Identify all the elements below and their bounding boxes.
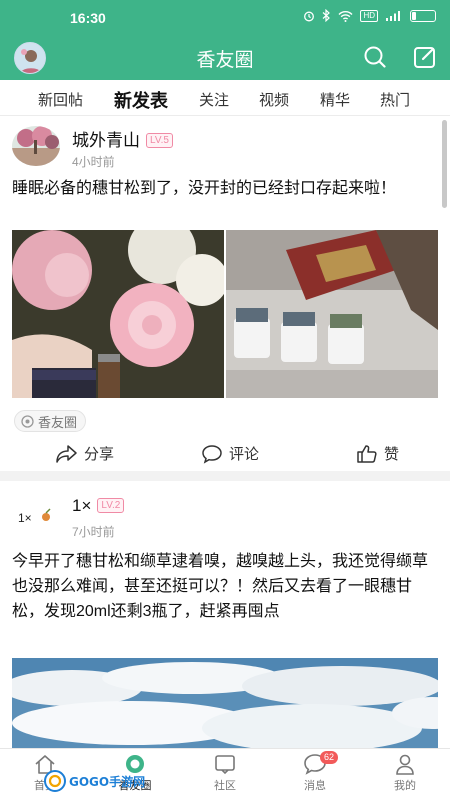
post-time: 4小时前 <box>72 155 115 169</box>
post-divider <box>0 471 450 481</box>
comment-icon <box>202 444 222 464</box>
post-photo[interactable] <box>226 230 438 398</box>
post-time: 7小时前 <box>72 525 115 539</box>
battery-icon: 19 <box>410 9 436 22</box>
post-feed[interactable]: 城外青山 LV.5 4小时前 睡眠必备的穗甘松到了，没开封的已经封口存起来啦！ <box>0 116 450 748</box>
community-icon <box>215 755 235 775</box>
signal-icon <box>386 10 400 21</box>
nav-community[interactable]: 社区 <box>195 753 255 793</box>
post-text[interactable]: 睡眠必备的穗甘松到了，没开封的已经封口存起来啦！ <box>12 176 440 201</box>
tab-new-replies[interactable]: 新回帖 <box>38 89 83 110</box>
post-author[interactable]: 1× LV.2 <box>72 496 125 516</box>
post-actions: 分享 评论 赞 <box>0 438 450 472</box>
nav-profile-label: 我的 <box>394 780 416 792</box>
author-name[interactable]: 城外青山 <box>72 131 140 150</box>
post-photo[interactable] <box>12 230 224 398</box>
share-label: 分享 <box>84 446 115 463</box>
thumbs-up-icon <box>357 444 377 463</box>
feed-tabs: 新回帖 新发表 关注 视频 精华 热门 <box>0 80 450 116</box>
profile-icon <box>396 754 414 775</box>
bluetooth-icon <box>323 9 331 22</box>
battery-text: 19 <box>418 10 428 20</box>
share-icon <box>56 444 77 463</box>
message-count-badge: 62 <box>320 751 339 764</box>
topic-tag[interactable]: 香友圈 <box>14 410 87 432</box>
level-badge: LV.5 <box>146 133 173 148</box>
wifi-icon <box>338 10 353 22</box>
app-header: 香友圈 <box>0 36 450 80</box>
like-button[interactable]: 赞 <box>356 443 399 464</box>
post-author[interactable]: 城外青山 LV.5 <box>72 126 173 151</box>
post-text[interactable]: 今早开了穗甘松和缬草逮着嗅，越嗅越上头，我还觉得缬草也没那么难闻，甚至还挺可以？… <box>12 549 440 624</box>
nav-messages-label: 消息 <box>304 780 326 792</box>
nav-community-label: 社区 <box>214 780 236 792</box>
comment-label: 评论 <box>229 446 260 463</box>
watermark-text: GOGO手游网 <box>69 774 146 789</box>
tab-following[interactable]: 关注 <box>199 89 229 110</box>
tab-videos[interactable]: 视频 <box>259 89 289 110</box>
tab-new-posts[interactable]: 新发表 <box>114 87 168 113</box>
share-button[interactable]: 分享 <box>56 443 114 464</box>
status-bar: 16:30 HD 19 <box>0 0 450 36</box>
tab-hot[interactable]: 热门 <box>380 89 410 110</box>
level-badge: LV.2 <box>97 498 125 513</box>
status-icons: HD 19 <box>303 9 436 22</box>
comment-button[interactable]: 评论 <box>201 443 259 464</box>
post-photo[interactable] <box>12 658 438 748</box>
tab-featured[interactable]: 精华 <box>320 89 350 110</box>
status-time: 16:30 <box>70 10 106 26</box>
topic-icon <box>21 414 34 428</box>
alarm-icon <box>304 11 315 21</box>
author-avatar[interactable] <box>12 126 60 166</box>
avatar-text: 1× <box>18 511 32 525</box>
like-label: 赞 <box>384 446 400 463</box>
nav-profile[interactable]: 我的 <box>375 753 435 793</box>
search-icon[interactable] <box>362 44 388 70</box>
post-card[interactable]: 城外青山 LV.5 4小时前 睡眠必备的穗甘松到了，没开封的已经封口存起来啦！ <box>0 116 450 471</box>
post-card[interactable]: 1× 1× LV.2 7小时前 今早开了穗甘松和缬草逮着嗅，越嗅越上头，我还觉得缬… <box>0 481 450 748</box>
feed-scrollbar[interactable] <box>442 120 447 208</box>
compose-icon[interactable] <box>412 44 438 70</box>
author-name[interactable]: 1× <box>72 496 91 515</box>
topic-tag-label: 香友圈 <box>38 414 78 430</box>
author-avatar[interactable]: 1× <box>12 496 60 536</box>
hd-badge: HD <box>360 9 378 22</box>
site-watermark: GOGO手游网 <box>44 768 149 794</box>
nav-messages[interactable]: 消息 62 <box>285 751 345 793</box>
watermark-logo-icon <box>44 770 66 792</box>
